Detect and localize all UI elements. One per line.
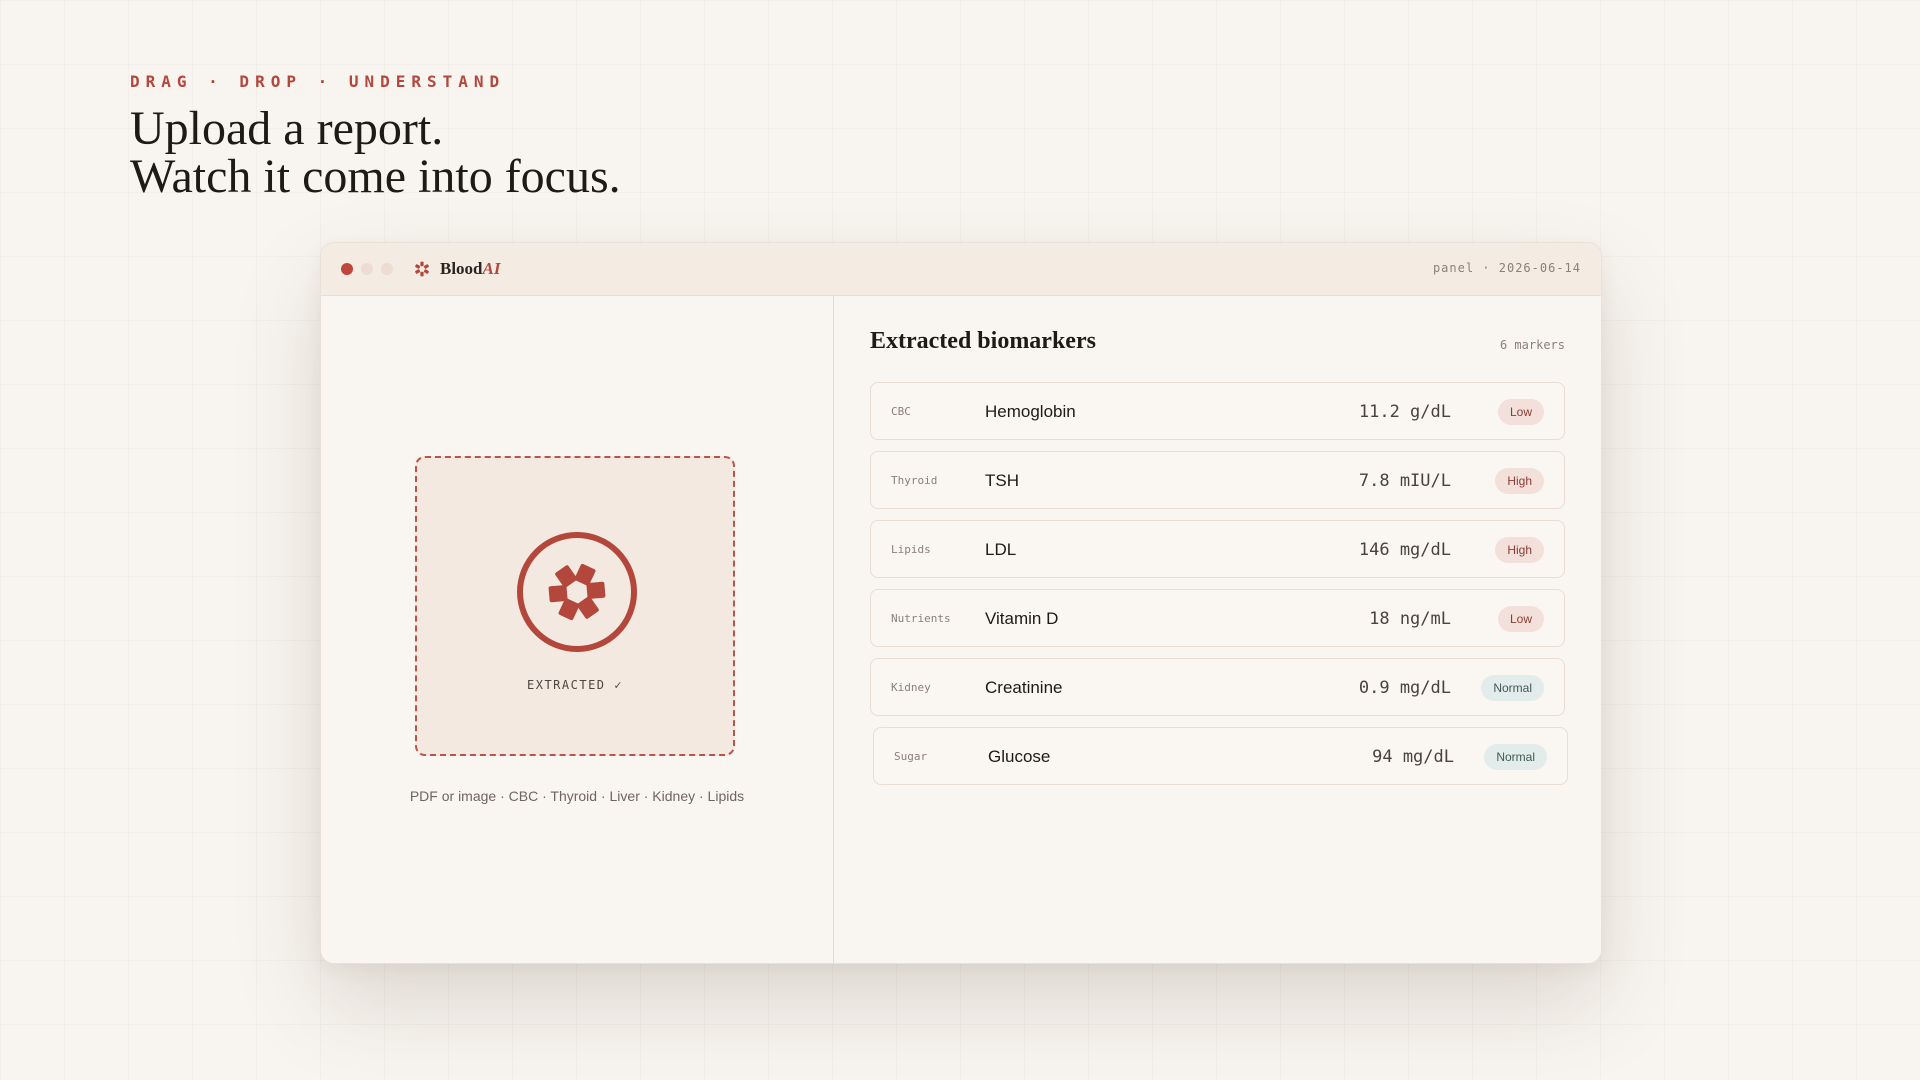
upload-pane: EXTRACTED ✓ PDF or image · CBC · Thyroid…: [321, 296, 834, 963]
close-window-dot[interactable]: [341, 263, 353, 275]
minimize-window-dot[interactable]: [361, 263, 373, 275]
hero: DRAG · DROP · UNDERSTAND Upload a report…: [130, 72, 621, 201]
biomarker-value: 18 ng/mL: [1369, 609, 1451, 629]
biomarker-name: TSH: [985, 471, 1019, 490]
status-badge: High: [1495, 468, 1544, 494]
status-badge: Low: [1497, 606, 1544, 632]
biomarker-value: 146 mg/dL: [1358, 540, 1451, 560]
status-badge: Normal: [1484, 744, 1547, 770]
biomarker-name: Vitamin D: [985, 609, 1059, 628]
biomarker-category: Nutrients: [891, 612, 951, 625]
status-badge: High: [1495, 537, 1544, 563]
biomarker-value: 94 mg/dL: [1372, 747, 1454, 767]
flower-icon: [517, 532, 637, 652]
biomarker-row[interactable]: Lipids LDL 146 mg/dL High: [870, 520, 1565, 578]
headline: Upload a report. Watch it come into focu…: [130, 105, 621, 201]
panel-meta: panel · 2026-06-14: [1432, 261, 1581, 275]
biomarker-value: 11.2 g/dL: [1358, 402, 1451, 422]
biomarker-name: Creatinine: [985, 678, 1063, 697]
biomarker-category: Thyroid: [891, 474, 938, 487]
biomarker-category: Lipids: [891, 543, 931, 556]
supported-formats: PDF or image · CBC · Thyroid · Liver · K…: [409, 788, 745, 804]
biomarkers-header: Extracted biomarkers 6 markers: [870, 296, 1565, 382]
biomarker-row[interactable]: Sugar Glucose 94 mg/dL Normal: [873, 727, 1568, 785]
biomarker-name: Hemoglobin: [985, 402, 1076, 421]
biomarker-value: 0.9 mg/dL: [1358, 678, 1451, 698]
biomarker-category: Kidney: [891, 681, 931, 694]
biomarker-row[interactable]: CBC Hemoglobin 11.2 g/dL Low: [870, 382, 1565, 440]
biomarkers-pane: Extracted biomarkers 6 markers CBC Hemog…: [870, 296, 1568, 963]
biomarker-row[interactable]: Thyroid TSH 7.8 mIU/L High: [870, 451, 1565, 509]
brand-prefix: Blood: [440, 259, 483, 278]
app-window: BloodAI panel · 2026-06-14 EXTRACTED ✓ P…: [320, 242, 1602, 964]
biomarker-category: Sugar: [894, 750, 928, 763]
biomarker-category: CBC: [891, 405, 911, 418]
biomarker-row[interactable]: Nutrients Vitamin D 18 ng/mL Low: [870, 589, 1565, 647]
upload-dropzone[interactable]: EXTRACTED ✓: [415, 456, 735, 756]
window-controls: [341, 263, 393, 275]
biomarker-list: CBC Hemoglobin 11.2 g/dL Low Thyroid TSH…: [870, 382, 1568, 785]
marker-count: 6 markers: [1499, 338, 1565, 352]
brand-logo-icon: [415, 261, 429, 277]
biomarker-name: Glucose: [988, 747, 1051, 766]
biomarkers-title: Extracted biomarkers: [870, 328, 1096, 354]
status-badge: Normal: [1481, 675, 1544, 701]
biomarker-row[interactable]: Kidney Creatinine 0.9 mg/dL Normal: [870, 658, 1565, 716]
title-bar: BloodAI panel · 2026-06-14: [321, 243, 1601, 296]
upload-status: EXTRACTED ✓: [527, 678, 623, 692]
brand: BloodAI: [413, 259, 501, 279]
biomarker-value: 7.8 mIU/L: [1358, 471, 1451, 491]
brand-accent: AI: [482, 259, 501, 278]
maximize-window-dot[interactable]: [381, 263, 393, 275]
status-badge: Low: [1497, 399, 1544, 425]
headline-line-2: Watch it come into focus.: [130, 150, 621, 203]
headline-line-1: Upload a report.: [130, 102, 444, 155]
biomarker-name: LDL: [985, 540, 1017, 559]
eyebrow: DRAG · DROP · UNDERSTAND: [130, 72, 506, 91]
brand-name: BloodAI: [440, 259, 501, 279]
